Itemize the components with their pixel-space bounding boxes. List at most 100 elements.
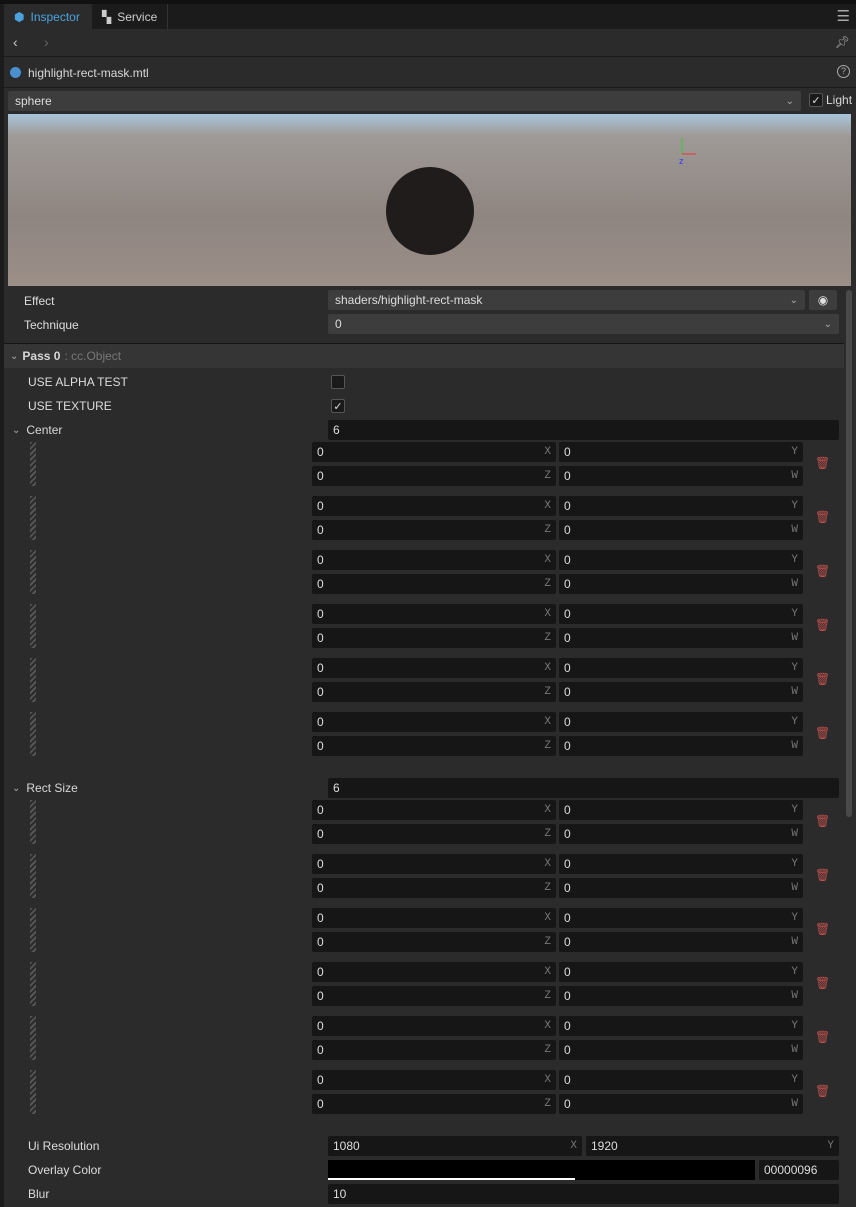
- trash-icon[interactable]: 🗑︎: [815, 922, 830, 936]
- center-y-input[interactable]: 0Y: [559, 712, 803, 732]
- rect-size-x-input[interactable]: 0X: [312, 1016, 556, 1036]
- menu-icon[interactable]: ☰: [837, 7, 850, 25]
- ui-resolution-y-input[interactable]: 1920 Y: [586, 1136, 839, 1156]
- center-count-input[interactable]: 6: [328, 420, 839, 440]
- rect-size-y-input[interactable]: 0Y: [559, 962, 803, 982]
- center-x-input[interactable]: 0X: [312, 658, 556, 678]
- rect-size-w-input[interactable]: 0W: [559, 1040, 803, 1060]
- center-w-input[interactable]: 0W: [559, 736, 803, 756]
- rect-size-z-input[interactable]: 0Z: [312, 878, 556, 898]
- rect-size-y-input[interactable]: 0Y: [559, 1016, 803, 1036]
- center-x-input[interactable]: 0X: [312, 712, 556, 732]
- use-texture-checkbox[interactable]: ✓: [331, 399, 345, 413]
- drag-handle[interactable]: [30, 908, 36, 952]
- trash-icon[interactable]: 🗑︎: [815, 672, 830, 686]
- trash-icon[interactable]: 🗑︎: [815, 510, 830, 524]
- rect-size-w-input[interactable]: 0W: [559, 1094, 803, 1114]
- trash-icon[interactable]: 🗑︎: [815, 456, 830, 470]
- rect-size-w-input[interactable]: 0W: [559, 986, 803, 1006]
- material-preview[interactable]: z: [8, 114, 851, 286]
- center-x-input[interactable]: 0X: [312, 550, 556, 570]
- center-z-input[interactable]: 0Z: [312, 466, 556, 486]
- value: 0: [317, 1097, 324, 1111]
- center-x-input[interactable]: 0X: [312, 496, 556, 516]
- center-y-input[interactable]: 0Y: [559, 658, 803, 678]
- center-header[interactable]: ⌄ Center: [12, 423, 62, 437]
- drag-handle[interactable]: [30, 442, 36, 486]
- rect-size-x-input[interactable]: 0X: [312, 1070, 556, 1090]
- center-y-input[interactable]: 0Y: [559, 496, 803, 516]
- help-icon[interactable]: ?: [837, 65, 850, 78]
- overlay-color-swatch[interactable]: [328, 1160, 755, 1180]
- drag-handle[interactable]: [30, 712, 36, 756]
- trash-icon[interactable]: 🗑︎: [815, 564, 830, 578]
- trash-icon[interactable]: 🗑︎: [815, 1084, 830, 1098]
- center-w-input[interactable]: 0W: [559, 574, 803, 594]
- rect-size-x-input[interactable]: 0X: [312, 908, 556, 928]
- center-y-input[interactable]: 0Y: [559, 604, 803, 624]
- technique-select[interactable]: 0 ⌄: [328, 314, 839, 334]
- center-z-input[interactable]: 0Z: [312, 520, 556, 540]
- drag-handle[interactable]: [30, 962, 36, 1006]
- rect-size-count-input[interactable]: 6: [328, 778, 839, 798]
- center-w-input[interactable]: 0W: [559, 682, 803, 702]
- center-y-input[interactable]: 0Y: [559, 442, 803, 462]
- back-arrow-icon[interactable]: ‹: [13, 34, 18, 50]
- rect-size-w-input[interactable]: 0W: [559, 824, 803, 844]
- center-w-input[interactable]: 0W: [559, 466, 803, 486]
- ui-resolution-x-input[interactable]: 1080 X: [328, 1136, 582, 1156]
- trash-icon[interactable]: 🗑︎: [815, 814, 830, 828]
- tab-inspector[interactable]: ⬢ Inspector: [4, 4, 92, 29]
- blur-input[interactable]: 10: [328, 1184, 839, 1204]
- scrollbar-thumb[interactable]: [846, 290, 852, 817]
- use-alpha-test-checkbox[interactable]: [331, 375, 345, 389]
- drag-handle[interactable]: [30, 550, 36, 594]
- center-x-input[interactable]: 0X: [312, 604, 556, 624]
- light-checkbox[interactable]: ✓: [809, 93, 823, 107]
- rect-size-x-input[interactable]: 0X: [312, 854, 556, 874]
- rect-size-y-input[interactable]: 0Y: [559, 800, 803, 820]
- drag-handle[interactable]: [30, 800, 36, 844]
- center-w-input[interactable]: 0W: [559, 628, 803, 648]
- rect-size-z-input[interactable]: 0Z: [312, 824, 556, 844]
- rect-size-z-input[interactable]: 0Z: [312, 932, 556, 952]
- drag-handle[interactable]: [30, 1070, 36, 1114]
- center-z-input[interactable]: 0Z: [312, 682, 556, 702]
- center-y-input[interactable]: 0Y: [559, 550, 803, 570]
- drag-handle[interactable]: [30, 604, 36, 648]
- drag-handle[interactable]: [30, 658, 36, 702]
- preview-mesh-select[interactable]: sphere ⌄: [8, 91, 801, 111]
- tab-service[interactable]: ▚ Service: [92, 4, 169, 29]
- trash-icon[interactable]: 🗑︎: [815, 618, 830, 632]
- pin-icon[interactable]: 📌︎: [835, 35, 850, 49]
- overlay-color-hex-input[interactable]: 00000096: [759, 1160, 839, 1180]
- effect-select[interactable]: shaders/highlight-rect-mask ⌄: [328, 290, 805, 310]
- rect-size-w-input[interactable]: 0W: [559, 878, 803, 898]
- drag-handle[interactable]: [30, 496, 36, 540]
- trash-icon[interactable]: 🗑︎: [815, 726, 830, 740]
- rect-size-y-input[interactable]: 0Y: [559, 854, 803, 874]
- trash-icon[interactable]: 🗑︎: [815, 976, 830, 990]
- drag-handle[interactable]: [30, 854, 36, 898]
- rect-size-y-input[interactable]: 0Y: [559, 908, 803, 928]
- center-x-input[interactable]: 0X: [312, 442, 556, 462]
- light-toggle[interactable]: ✓ Light: [809, 93, 852, 107]
- rect-size-y-input[interactable]: 0Y: [559, 1070, 803, 1090]
- trash-icon[interactable]: 🗑︎: [815, 868, 830, 882]
- center-w-input[interactable]: 0W: [559, 520, 803, 540]
- drag-handle[interactable]: [30, 1016, 36, 1060]
- rect-size-x-input[interactable]: 0X: [312, 800, 556, 820]
- rect-size-z-input[interactable]: 0Z: [312, 986, 556, 1006]
- center-z-input[interactable]: 0Z: [312, 574, 556, 594]
- rect-size-z-input[interactable]: 0Z: [312, 1040, 556, 1060]
- pass-header[interactable]: ⌄ Pass 0: cc.Object: [4, 343, 844, 368]
- rect-size-header[interactable]: ⌄ Rect Size: [12, 781, 78, 795]
- center-z-input[interactable]: 0Z: [312, 736, 556, 756]
- trash-icon[interactable]: 🗑︎: [815, 1030, 830, 1044]
- locate-effect-button[interactable]: ◉: [809, 290, 837, 310]
- rect-size-w-input[interactable]: 0W: [559, 932, 803, 952]
- center-z-input[interactable]: 0Z: [312, 628, 556, 648]
- rect-size-z-input[interactable]: 0Z: [312, 1094, 556, 1114]
- forward-arrow-icon[interactable]: ›: [44, 34, 49, 50]
- rect-size-x-input[interactable]: 0X: [312, 962, 556, 982]
